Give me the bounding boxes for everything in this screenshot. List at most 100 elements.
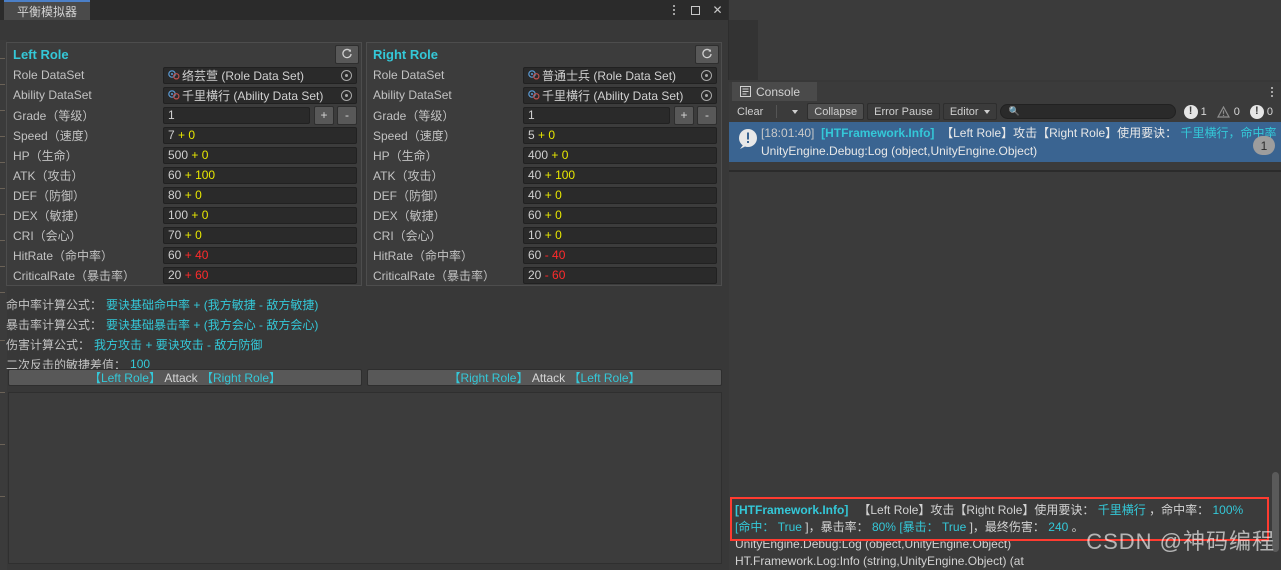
console-kebab-icon[interactable] (1271, 85, 1273, 98)
object-field-value: 千里横行 (Ability Data Set) (182, 88, 324, 103)
scriptable-object-icon (168, 89, 180, 101)
stat-field[interactable]: 100 + 0 (163, 206, 357, 224)
stat-bonus: 100 (195, 168, 216, 182)
stat-field[interactable]: 40 + 0 (523, 186, 717, 204)
stat-field[interactable]: 60 - 40 (523, 246, 717, 264)
stat-bonus: 0 (555, 188, 562, 202)
grade-stepper: + - (314, 105, 357, 125)
role-stat-row: HP（生命） 400 + 0 (367, 145, 721, 165)
stat-base: 40 (528, 188, 542, 202)
clear-dropdown-button[interactable] (781, 103, 804, 120)
console-log-row[interactable]: [18:01:40] [HTFramework.Info] 【Left Role… (729, 122, 1281, 162)
clear-button[interactable]: Clear (731, 103, 769, 120)
stat-field[interactable]: 60 + 40 (163, 246, 357, 264)
role-stat-row: Ability DataSet 千里横行 (Ability Data Set) (7, 85, 361, 105)
scriptable-object-icon (168, 69, 180, 81)
grade-plus-button[interactable]: + (674, 105, 694, 125)
info-count[interactable]: ! 1 (1180, 102, 1213, 121)
stat-field[interactable]: 7 + 0 (163, 126, 357, 144)
tab-balance-simulator[interactable]: 平衡模拟器 (4, 0, 90, 20)
balance-simulator-window: 平衡模拟器 ✕ Left Role Role DataSet 络芸萱 (Role… (0, 0, 728, 570)
stat-field[interactable]: 400 + 0 (523, 146, 717, 164)
row-label: HitRate（命中率） (373, 248, 474, 263)
stat-base: 60 (528, 208, 542, 222)
stat-field[interactable]: 5 + 0 (523, 126, 717, 144)
row-label: CriticalRate（暴击率） (13, 268, 136, 283)
grade-plus-button[interactable]: + (314, 105, 334, 125)
stat-base: 400 (528, 148, 549, 162)
close-icon[interactable]: ✕ (711, 4, 724, 17)
role-stat-row: Grade（等级） 1 + - (7, 105, 361, 125)
stat-field[interactable]: 500 + 0 (163, 146, 357, 164)
detail-line2-f: True (942, 520, 967, 534)
log-list-empty (729, 162, 1281, 170)
console-tabbar: Console (729, 82, 1281, 101)
detail-line2-c: ]，暴击率： (805, 520, 869, 534)
role-stat-row: DEF（防御） 40 + 0 (367, 185, 721, 205)
chevron-down-icon (792, 109, 799, 114)
console-tab-label: Console (756, 84, 801, 99)
collapse-toggle[interactable]: Collapse (807, 103, 865, 120)
object-field-value: 千里横行 (Ability Data Set) (542, 88, 684, 103)
object-field[interactable]: 络芸萱 (Role Data Set) (163, 66, 357, 84)
object-picker-icon[interactable] (701, 69, 712, 81)
stat-op: + (538, 128, 546, 142)
grade-input[interactable]: 1 (523, 106, 670, 124)
tab-console[interactable]: Console (732, 82, 817, 101)
row-label: ATK（攻击） (373, 168, 444, 183)
stat-field[interactable]: 80 + 0 (163, 186, 357, 204)
editor-dropdown[interactable]: Editor (942, 103, 997, 120)
console-detail-pane[interactable]: [HTFramework.Info] 【Left Role】攻击【Right R… (729, 172, 1281, 570)
window-body: Left Role Role DataSet 络芸萱 (Role Data Set… (0, 20, 728, 570)
role-stat-row: CRI（会心） 70 + 0 (7, 225, 361, 245)
console-log-list: [18:01:40] [HTFramework.Info] 【Left Role… (729, 122, 1281, 170)
grade-minus-button[interactable]: - (697, 105, 717, 125)
row-label: HP（生命） (13, 148, 78, 163)
stack-text: HT.Framework.Log:Info (string,UnityEngin… (735, 554, 1024, 568)
log-message: 【Left Role】攻击【Right Role】使用要诀： (941, 126, 1178, 140)
right-attack-button[interactable]: 【Right Role】 Attack 【Left Role】 (367, 369, 722, 386)
stat-base: 10 (528, 228, 542, 242)
grade-value: 1 (168, 108, 175, 122)
stat-field[interactable]: 10 + 0 (523, 226, 717, 244)
object-picker-icon[interactable] (701, 89, 712, 101)
role-stat-row: DEX（敏捷） 100 + 0 (7, 205, 361, 225)
detail-line1-b: 千里横行 (1097, 503, 1146, 517)
stat-field[interactable]: 60 + 0 (523, 206, 717, 224)
stat-field[interactable]: 70 + 0 (163, 226, 357, 244)
detail-scrollbar[interactable] (1270, 172, 1281, 570)
object-field[interactable]: 千里横行 (Ability Data Set) (163, 86, 357, 104)
console-search-input[interactable]: 🔍 (999, 104, 1176, 119)
object-field[interactable]: 千里横行 (Ability Data Set) (523, 86, 717, 104)
left-panel-header: Left Role (7, 43, 361, 65)
stat-field[interactable]: 40 + 100 (523, 166, 717, 184)
stat-op: + (184, 248, 192, 262)
warning-count[interactable]: 0 (1213, 102, 1246, 121)
left-attack-button[interactable]: 【Left Role】 Attack 【Right Role】 (8, 369, 362, 386)
stat-base: 7 (168, 128, 175, 142)
error-pause-toggle[interactable]: Error Pause (867, 103, 940, 120)
object-picker-icon[interactable] (341, 69, 352, 81)
stat-bonus: 40 (552, 248, 566, 262)
stat-field[interactable]: 20 + 60 (163, 266, 357, 284)
formula-line: 暴击率计算公式： 要诀基础暴击率 + (我方会心 - 敌方会心) (6, 314, 722, 334)
object-field[interactable]: 普通士兵 (Role Data Set) (523, 66, 717, 84)
object-picker-icon[interactable] (341, 89, 352, 101)
grade-minus-button[interactable]: - (337, 105, 357, 125)
log-timestamp: [18:01:40] (761, 126, 815, 140)
stat-base: 40 (528, 168, 542, 182)
window-kebab-icon[interactable] (667, 4, 680, 17)
stat-field[interactable]: 60 + 100 (163, 166, 357, 184)
stat-base: 80 (168, 188, 182, 202)
console-toolbar: Clear Collapse Error Pause Editor 🔍 ! 1 … (729, 101, 1281, 122)
role-stat-row: HP（生命） 500 + 0 (7, 145, 361, 165)
detail-line1-d: 100% (1212, 503, 1244, 517)
left-reload-button[interactable] (335, 44, 359, 64)
formula-value: 要诀基础命中率 + (我方敏捷 - 敌方敏捷) (106, 297, 319, 312)
grade-input[interactable]: 1 (163, 106, 310, 124)
stat-field[interactable]: 20 - 60 (523, 266, 717, 284)
row-label: Grade（等级） (373, 108, 455, 123)
maximize-icon[interactable] (689, 4, 702, 17)
right-reload-button[interactable] (695, 44, 719, 64)
error-count[interactable]: ! 0 (1246, 102, 1279, 121)
